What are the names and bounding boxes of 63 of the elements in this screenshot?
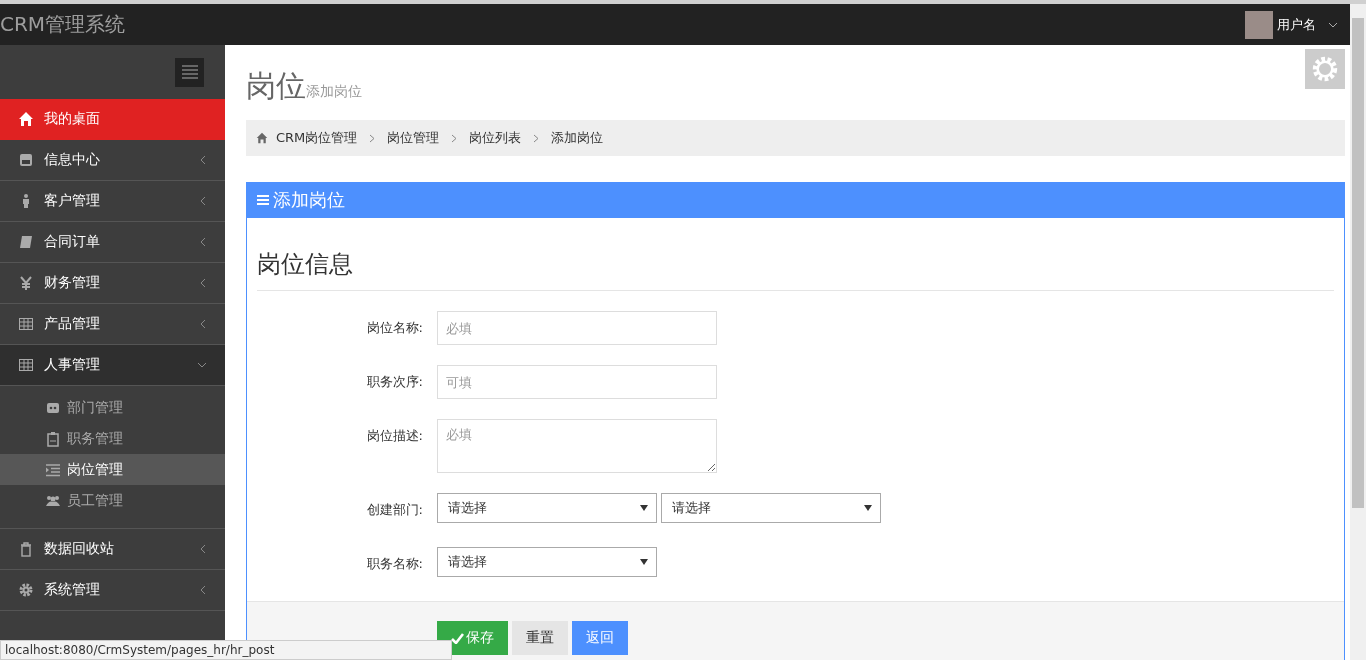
chevron-left-icon <box>199 278 207 288</box>
menu-icon <box>257 194 269 206</box>
avatar-placeholder <box>1245 10 1273 39</box>
checkmark-icon <box>451 632 464 644</box>
table-icon <box>18 357 34 373</box>
status-url: localhost:8080/CrmSystem/pages_hr/hr_post <box>0 640 452 660</box>
chevron-left-icon <box>199 155 207 165</box>
settings-button[interactable] <box>1305 49 1345 89</box>
chevron-left-icon <box>199 237 207 247</box>
caret-icon[interactable] <box>1328 20 1338 29</box>
sidebar-subitem[interactable]: 部门管理 <box>0 392 225 423</box>
field-label: 岗位名称: <box>365 319 424 337</box>
input-field[interactable]: 可填 <box>437 365 717 399</box>
home-icon <box>256 132 268 144</box>
section-title: 岗位信息 <box>257 228 1334 291</box>
newspaper-icon <box>18 152 34 168</box>
dropdown-arrow-icon <box>640 559 648 565</box>
trash-icon <box>18 541 34 557</box>
menu-toggle-button[interactable] <box>175 57 204 87</box>
chevron-down-icon <box>197 360 207 370</box>
list-icon <box>45 461 61 478</box>
table-icon <box>18 316 34 332</box>
dropdown[interactable]: 请选择 <box>437 547 657 577</box>
chevron-right-icon <box>451 133 458 143</box>
sidebar-item[interactable]: 信息中心 <box>0 140 225 181</box>
breadcrumb-link[interactable]: 岗位列表 <box>469 129 522 147</box>
dropdown-arrow-icon <box>864 505 872 511</box>
breadcrumb-link[interactable]: 岗位管理 <box>387 129 440 147</box>
menu-icon <box>181 65 198 79</box>
chevron-left-icon <box>199 544 207 554</box>
page-title: 岗位 <box>246 68 306 103</box>
settings-icon <box>1312 56 1338 82</box>
field-label: 职务次序: <box>365 373 424 391</box>
book-icon <box>18 234 34 250</box>
chevron-left-icon <box>199 585 207 595</box>
dropdown[interactable]: 请选择 <box>437 493 657 523</box>
textarea-field[interactable]: 必填 <box>437 419 717 473</box>
sidebar-item[interactable]: 我的桌面 <box>0 99 225 140</box>
panel-title: 添加岗位 <box>273 188 345 212</box>
breadcrumb-link[interactable]: CRM岗位管理 <box>276 129 358 147</box>
input-field[interactable]: 必填 <box>437 311 717 345</box>
sidebar-subitem[interactable]: 岗位管理 <box>0 454 225 485</box>
sidebar-item[interactable]: 人事管理 <box>0 345 225 386</box>
scrollbar[interactable] <box>1350 4 1366 660</box>
yen-icon <box>18 275 34 291</box>
home-icon <box>18 111 34 127</box>
reset-button[interactable]: 重置 <box>512 621 568 655</box>
gear-icon <box>18 582 34 598</box>
chevron-left-icon <box>199 319 207 329</box>
field-label: 职务名称: <box>365 555 424 573</box>
user-menu[interactable]: 用户名 <box>1277 15 1316 34</box>
chevron-right-icon <box>369 133 376 143</box>
app-title: CRM管理系统 <box>0 11 126 38</box>
dropdown[interactable]: 请选择 <box>661 493 881 523</box>
sidebar-subitem[interactable]: 员工管理 <box>0 485 225 516</box>
chevron-right-icon <box>533 133 540 143</box>
field-label: 创建部门: <box>365 501 424 519</box>
sidebar-subitem[interactable]: 职务管理 <box>0 423 225 454</box>
chevron-left-icon <box>199 196 207 206</box>
dropdown-arrow-icon <box>640 505 648 511</box>
field-label: 岗位描述: <box>365 427 424 445</box>
clipboard-icon <box>45 430 61 447</box>
page-subtitle: 添加岗位 <box>306 83 362 99</box>
